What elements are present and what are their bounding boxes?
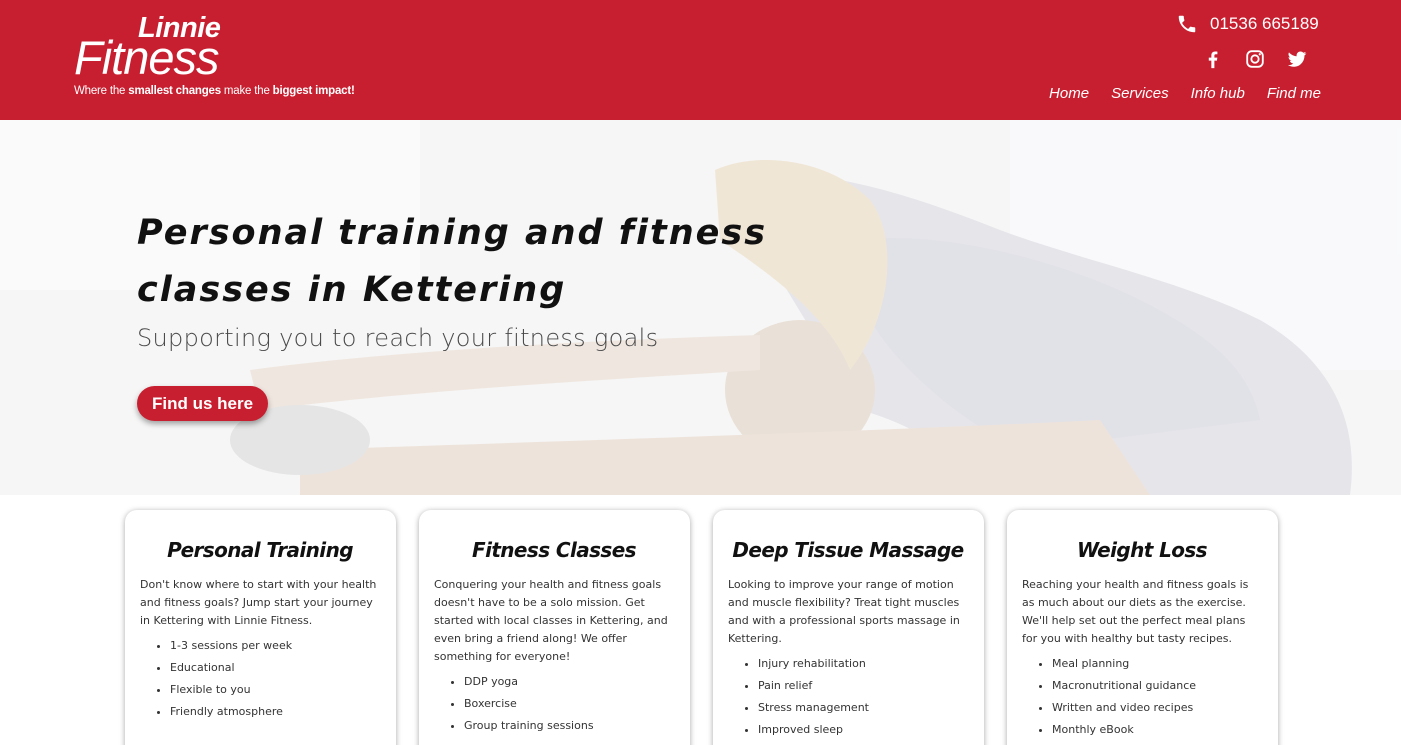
- facebook-icon[interactable]: [1202, 48, 1224, 70]
- list-item: Friendly atmosphere: [170, 701, 380, 723]
- services-section: Personal Training Don't know where to st…: [0, 510, 1401, 745]
- tagline-part: Where the: [74, 85, 129, 97]
- twitter-icon[interactable]: [1286, 48, 1308, 70]
- list-item: Stress management: [758, 697, 968, 719]
- list-item: 1-3 sessions per week: [170, 635, 380, 657]
- list-item: Flexible to you: [170, 679, 380, 701]
- card-text: Conquering your health and fitness goals…: [434, 578, 668, 663]
- logo-fitness: Fitness: [74, 31, 219, 84]
- instagram-icon[interactable]: [1244, 48, 1266, 70]
- card-text: Looking to improve your range of motion …: [728, 578, 960, 645]
- card-fitness-classes[interactable]: Fitness Classes Conquering your health a…: [419, 510, 690, 745]
- list-item: Injury rehabilitation: [758, 653, 968, 675]
- hero-subtitle: Supporting you to reach your fitness goa…: [137, 324, 659, 352]
- find-us-button[interactable]: Find us here: [137, 386, 269, 421]
- card-text: Don't know where to start with your heal…: [140, 578, 377, 627]
- site-header: Linnie Fitness Where the smallest change…: [0, 0, 1401, 120]
- card-title: Deep Tissue Massage: [732, 538, 964, 562]
- list-item: DDP yoga: [464, 671, 674, 693]
- phone-icon: [1178, 15, 1196, 33]
- hero-banner: Personal training and fitness classes in…: [0, 120, 1401, 495]
- hero-title-line: classes in Kettering: [137, 270, 567, 310]
- card-list: Injury rehabilitation Pain relief Stress…: [728, 653, 968, 741]
- card-title: Fitness Classes: [472, 538, 637, 562]
- card-title: Weight Loss: [1077, 538, 1208, 562]
- card-list: Meal planning Macronutritional guidance …: [1022, 653, 1262, 741]
- list-item: Group training sessions: [464, 715, 674, 737]
- list-item: Meal planning: [1052, 653, 1262, 675]
- nav-find-me[interactable]: Find me: [1267, 85, 1321, 102]
- list-item: Educational: [170, 657, 380, 679]
- hero-title: Personal training and fitness classes in…: [137, 205, 817, 319]
- nav-services[interactable]: Services: [1111, 85, 1169, 102]
- card-title: Personal Training: [167, 538, 353, 562]
- hero-title-line: Personal training and fitness: [137, 213, 768, 253]
- card-deep-tissue-massage[interactable]: Deep Tissue Massage Looking to improve y…: [713, 510, 984, 745]
- tagline-highlight: smallest changes: [128, 85, 221, 97]
- tagline-part: make the: [220, 85, 273, 97]
- tagline: Where the smallest changes make the bigg…: [74, 85, 355, 97]
- phone-number[interactable]: 01536 665189: [1210, 14, 1319, 34]
- list-item: Boxercise: [464, 693, 674, 715]
- list-item: Pain relief: [758, 675, 968, 697]
- card-list: DDP yoga Boxercise Group training sessio…: [434, 671, 674, 737]
- card-list: 1-3 sessions per week Educational Flexib…: [140, 635, 380, 723]
- list-item: Monthly eBook: [1052, 719, 1262, 741]
- list-item: Improved sleep: [758, 719, 968, 741]
- list-item: Written and video recipes: [1052, 697, 1262, 719]
- list-item: Macronutritional guidance: [1052, 675, 1262, 697]
- card-personal-training[interactable]: Personal Training Don't know where to st…: [125, 510, 396, 745]
- card-text: Reaching your health and fitness goals i…: [1022, 578, 1249, 645]
- tagline-highlight: biggest impact!: [272, 85, 355, 97]
- phone-contact[interactable]: 01536 665189: [1176, 13, 1319, 35]
- main-nav: Home Services Info hub Find me: [1049, 85, 1321, 102]
- nav-home[interactable]: Home: [1049, 85, 1089, 102]
- social-links: [1202, 48, 1308, 70]
- nav-info-hub[interactable]: Info hub: [1191, 85, 1245, 102]
- card-weight-loss[interactable]: Weight Loss Reaching your health and fit…: [1007, 510, 1278, 745]
